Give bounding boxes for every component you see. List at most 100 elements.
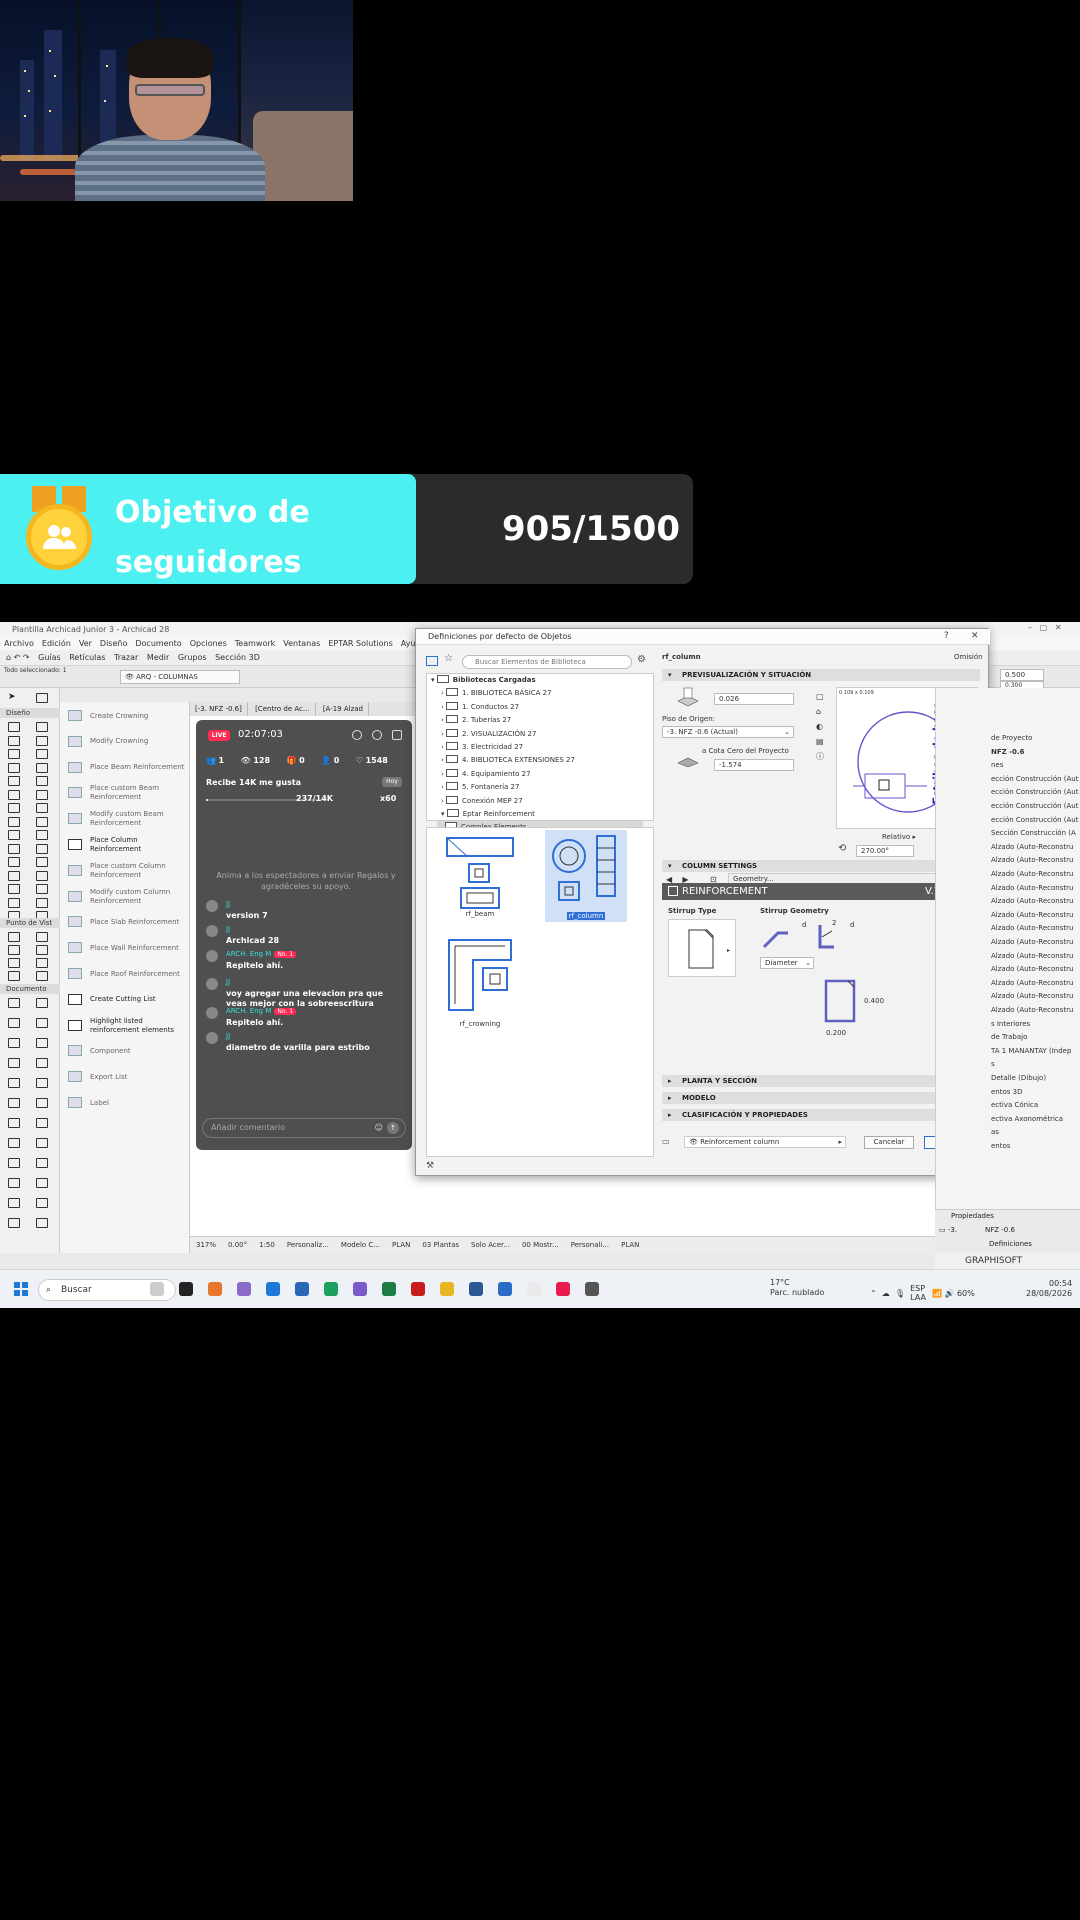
palette-item[interactable]: Highlight listed reinforcement elements: [64, 1014, 188, 1038]
tool-icon[interactable]: [8, 816, 20, 827]
tool-icon[interactable]: [36, 857, 48, 867]
tool-icon[interactable]: [8, 749, 20, 759]
weather-widget[interactable]: 17°C Parc. nublado: [770, 1278, 824, 1298]
tool-icon[interactable]: [8, 722, 20, 732]
zero-field[interactable]: -1.574: [714, 759, 794, 771]
taskbar-app-icon[interactable]: [208, 1282, 222, 1296]
section-preview[interactable]: PREVISUALIZACIÓN Y SITUACIÓN: [662, 669, 980, 681]
status-item[interactable]: PLAN: [392, 1237, 410, 1253]
palette-item[interactable]: Modify Crowning: [64, 730, 188, 754]
status-item[interactable]: 0.00°: [228, 1237, 247, 1253]
taskbar-app-icon[interactable]: [179, 1282, 193, 1296]
relative-label[interactable]: Relativo ▸: [882, 833, 916, 841]
taskbar-app-icon[interactable]: [556, 1282, 570, 1296]
tool-icon[interactable]: [36, 843, 48, 854]
tool-icon[interactable]: [8, 897, 20, 908]
navigator-item[interactable]: Alzado (Auto-Reconstru: [991, 841, 1073, 854]
tool-icon[interactable]: [8, 971, 20, 981]
tool-icon[interactable]: [36, 971, 48, 981]
navigator-item[interactable]: Alzado (Auto-Reconstru: [991, 977, 1073, 990]
menu-item[interactable]: Teamwork: [231, 637, 280, 650]
tool-icon[interactable]: [8, 735, 20, 746]
palette-item[interactable]: Modify custom Column Reinforcement: [64, 885, 188, 909]
menu-item[interactable]: Archivo: [0, 637, 38, 650]
tree-item[interactable]: › 2. VISUALIZACIÓN 27: [427, 728, 536, 741]
tool-icon[interactable]: [36, 830, 48, 840]
toolbar-item[interactable]: Sección 3D: [215, 650, 260, 666]
section-classification[interactable]: CLASIFICACIÓN Y PROPIEDADES: [662, 1109, 980, 1121]
tool-icon[interactable]: [8, 870, 20, 881]
taskbar-app-icon[interactable]: [585, 1282, 599, 1296]
tool-icon[interactable]: [36, 1178, 48, 1188]
navigator-item[interactable]: Alzado (Auto-Reconstru: [991, 895, 1073, 908]
navigator-item[interactable]: de Trabajo: [991, 1031, 1027, 1044]
taskbar-app-icon[interactable]: [353, 1282, 367, 1296]
taskbar-app-icon[interactable]: [498, 1282, 512, 1296]
tool-icon[interactable]: [36, 749, 48, 759]
toolbar-item[interactable]: Guías: [38, 650, 61, 666]
tool-icon[interactable]: [8, 789, 20, 800]
tool-icon[interactable]: [8, 1038, 20, 1048]
status-item[interactable]: Modelo C...: [341, 1237, 380, 1253]
status-item[interactable]: 00 Mostr...: [522, 1237, 559, 1253]
tool-icon[interactable]: [8, 1058, 20, 1068]
folder-view-icon[interactable]: [426, 656, 438, 666]
close-icon[interactable]: ✕: [971, 631, 979, 641]
tool-icon[interactable]: [8, 1138, 20, 1148]
tool-icon[interactable]: [36, 870, 48, 881]
tool-icon[interactable]: [36, 722, 48, 732]
thumb-rf-column[interactable]: rf_column: [545, 830, 627, 922]
navigator-item[interactable]: Alzado (Auto-Reconstru: [991, 922, 1073, 935]
tool-icon[interactable]: [36, 1038, 48, 1048]
tool-icon[interactable]: [36, 1098, 48, 1108]
tool-icon[interactable]: [8, 958, 20, 968]
tool-icon[interactable]: [8, 776, 20, 786]
tool-icon[interactable]: [8, 803, 20, 813]
status-item[interactable]: 317%: [196, 1237, 216, 1253]
marquee-icon[interactable]: [36, 693, 48, 703]
angle-field[interactable]: 270.00°: [856, 845, 914, 857]
thumb-rf-beam[interactable]: rf_beam: [439, 834, 521, 920]
toolbar-item[interactable]: Trazar: [114, 650, 138, 666]
navigator-item[interactable]: TA 1 MANANTAY (Indep: [991, 1045, 1071, 1058]
palette-item[interactable]: Place Beam Reinforcement: [64, 756, 188, 780]
menu-item[interactable]: Documento: [131, 637, 185, 650]
tool-icon[interactable]: [8, 1098, 20, 1108]
status-item[interactable]: Personaliz...: [287, 1237, 329, 1253]
navigator-item[interactable]: entos 3D: [991, 1086, 1023, 1099]
taskbar-app-icon[interactable]: [324, 1282, 338, 1296]
tool-icon[interactable]: [8, 857, 20, 867]
tool-icon[interactable]: [36, 1138, 48, 1148]
tool-icon[interactable]: [8, 1178, 20, 1188]
toolbar-item[interactable]: Medir: [147, 650, 169, 666]
palette-item[interactable]: Place custom Beam Reinforcement: [64, 781, 188, 805]
fullscreen-icon[interactable]: [392, 730, 402, 740]
home-icon[interactable]: ⌂ ↶ ↷: [6, 650, 30, 666]
palette-item[interactable]: Place Wall Reinforcement: [64, 936, 188, 960]
navigator-item[interactable]: Alzado (Auto-Reconstru: [991, 1004, 1073, 1017]
tool-icon[interactable]: [36, 1198, 48, 1208]
menu-item[interactable]: Edición: [38, 637, 75, 650]
tool-icon[interactable]: [36, 945, 48, 955]
comment-input[interactable]: Añadir comentario ☺ ↑: [202, 1118, 406, 1138]
tool-icon[interactable]: [36, 1018, 48, 1028]
palette-item[interactable]: Modify custom Beam Reinforcement: [64, 807, 188, 831]
settings-icon[interactable]: [372, 730, 382, 740]
section-model[interactable]: MODELO: [662, 1092, 980, 1104]
palette-item[interactable]: Place Roof Reinforcement: [64, 962, 188, 986]
tree-item[interactable]: › 4. BIBLIOTECA EXTENSIONES 27: [427, 754, 575, 767]
preview-mode-icons[interactable]: ▢ ⌂ ◐ ▤ ⓘ: [816, 689, 828, 779]
tool-icon[interactable]: [36, 1218, 48, 1228]
tool-icon[interactable]: [36, 932, 48, 942]
taskbar-app-icon[interactable]: [411, 1282, 425, 1296]
status-item[interactable]: Solo Acer...: [471, 1237, 510, 1253]
navigator-item[interactable]: Alzado (Auto-Reconstru: [991, 950, 1073, 963]
origin-select[interactable]: -3. NFZ -0.6 (Actual) ⌄: [662, 726, 794, 738]
status-item[interactable]: 03 Plantas: [422, 1237, 459, 1253]
tool-icon[interactable]: [8, 945, 20, 955]
tool-icon[interactable]: [36, 1058, 48, 1068]
tool-icon[interactable]: [8, 1218, 20, 1228]
navigator-item[interactable]: as: [991, 1126, 999, 1139]
tree-item[interactable]: › 4. Equipamiento 27: [427, 768, 531, 781]
thumb-rf-crowning[interactable]: rf_crowning: [439, 934, 521, 1030]
